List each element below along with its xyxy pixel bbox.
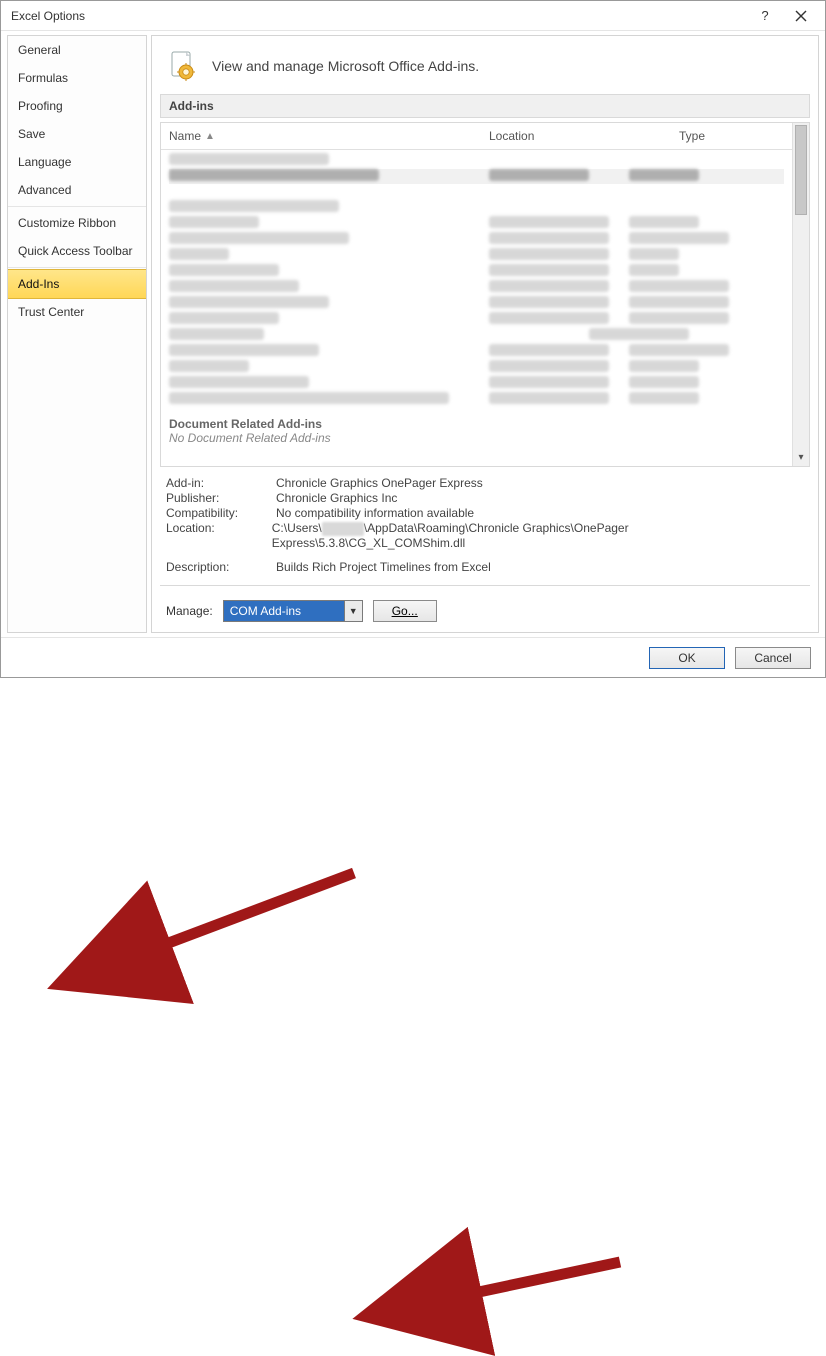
list-item[interactable] xyxy=(169,232,784,247)
list-item[interactable] xyxy=(169,153,784,168)
chevron-down-icon[interactable]: ▼ xyxy=(344,601,362,621)
addins-header-icon xyxy=(166,50,198,82)
addin-details: Add-in:Chronicle Graphics OnePager Expre… xyxy=(160,467,810,579)
detail-label-publisher: Publisher: xyxy=(166,491,276,505)
list-item[interactable] xyxy=(169,200,784,215)
titlebar: Excel Options ? xyxy=(1,1,825,31)
sort-asc-icon: ▲ xyxy=(205,131,215,142)
header-text: View and manage Microsoft Office Add-ins… xyxy=(212,58,479,74)
list-item[interactable] xyxy=(169,360,784,375)
column-header-type[interactable]: Type xyxy=(679,129,784,143)
addins-list: Name ▲ Location Type xyxy=(160,122,810,467)
close-button[interactable] xyxy=(783,2,819,30)
ok-button[interactable]: OK xyxy=(649,647,725,669)
detail-value-publisher: Chronicle Graphics Inc xyxy=(276,491,397,505)
excel-options-dialog: Excel Options ? General Formulas Proofin… xyxy=(0,0,826,678)
list-item[interactable] xyxy=(169,216,784,231)
list-item[interactable] xyxy=(169,296,784,311)
sidebar-item-customize-ribbon[interactable]: Customize Ribbon xyxy=(8,209,146,237)
doc-related-heading: Document Related Add-ins xyxy=(169,417,784,431)
detail-value-description: Builds Rich Project Timelines from Excel xyxy=(276,560,491,574)
manage-row: Manage: COM Add-ins ▼ Go... xyxy=(160,592,810,624)
section-heading-addins: Add-ins xyxy=(160,94,810,118)
scroll-down-icon[interactable]: ▾ xyxy=(793,449,809,466)
detail-value-location: C:\Users\xxxxxxx\AppData\Roaming\Chronic… xyxy=(272,521,804,550)
sidebar-item-save[interactable]: Save xyxy=(8,120,146,148)
grid-body[interactable]: Document Related Add-ins No Document Rel… xyxy=(161,150,792,453)
list-item[interactable] xyxy=(169,280,784,295)
sidebar-separator xyxy=(8,267,146,268)
detail-label-description: Description: xyxy=(166,560,276,574)
detail-label-location: Location: xyxy=(166,521,272,550)
list-item[interactable] xyxy=(169,248,784,263)
manage-selected-value: COM Add-ins xyxy=(224,601,344,621)
list-item[interactable] xyxy=(169,312,784,327)
doc-related-empty: No Document Related Add-ins xyxy=(169,431,784,445)
detail-label-compat: Compatibility: xyxy=(166,506,276,520)
sidebar-item-language[interactable]: Language xyxy=(8,148,146,176)
detail-label-addin: Add-in: xyxy=(166,476,276,490)
manage-label: Manage: xyxy=(166,604,213,618)
detail-value-compat: No compatibility information available xyxy=(276,506,474,520)
category-sidebar: General Formulas Proofing Save Language … xyxy=(7,35,147,633)
sidebar-item-proofing[interactable]: Proofing xyxy=(8,92,146,120)
divider xyxy=(160,585,810,586)
dialog-footer: OK Cancel xyxy=(1,637,825,677)
manage-combobox[interactable]: COM Add-ins ▼ xyxy=(223,600,363,622)
annotation-overlay xyxy=(0,678,826,1356)
list-item[interactable] xyxy=(169,169,784,184)
window-title: Excel Options xyxy=(11,9,747,23)
sidebar-item-advanced[interactable]: Advanced xyxy=(8,176,146,204)
go-button[interactable]: Go... xyxy=(373,600,437,622)
list-item[interactable] xyxy=(169,264,784,279)
close-icon xyxy=(795,10,807,22)
column-header-name[interactable]: Name ▲ xyxy=(169,129,489,143)
scroll-thumb[interactable] xyxy=(795,125,807,215)
grid-header: Name ▲ Location Type xyxy=(161,123,792,150)
list-item[interactable] xyxy=(169,392,784,407)
vertical-scrollbar[interactable]: ▴ ▾ xyxy=(792,123,809,466)
sidebar-item-formulas[interactable]: Formulas xyxy=(8,64,146,92)
list-item[interactable] xyxy=(169,376,784,391)
list-item[interactable] xyxy=(169,328,784,343)
sidebar-item-add-ins[interactable]: Add-Ins xyxy=(7,269,147,299)
column-header-location[interactable]: Location xyxy=(489,129,679,143)
sidebar-item-quick-access-toolbar[interactable]: Quick Access Toolbar xyxy=(8,237,146,265)
sidebar-item-general[interactable]: General xyxy=(8,36,146,64)
help-button[interactable]: ? xyxy=(747,2,783,30)
main-panel: View and manage Microsoft Office Add-ins… xyxy=(151,35,819,633)
detail-value-addin: Chronicle Graphics OnePager Express xyxy=(276,476,483,490)
sidebar-item-trust-center[interactable]: Trust Center xyxy=(8,298,146,326)
list-item[interactable] xyxy=(169,344,784,359)
cancel-button[interactable]: Cancel xyxy=(735,647,811,669)
redacted-username: xxxxxxx xyxy=(322,522,364,536)
sidebar-separator xyxy=(8,206,146,207)
